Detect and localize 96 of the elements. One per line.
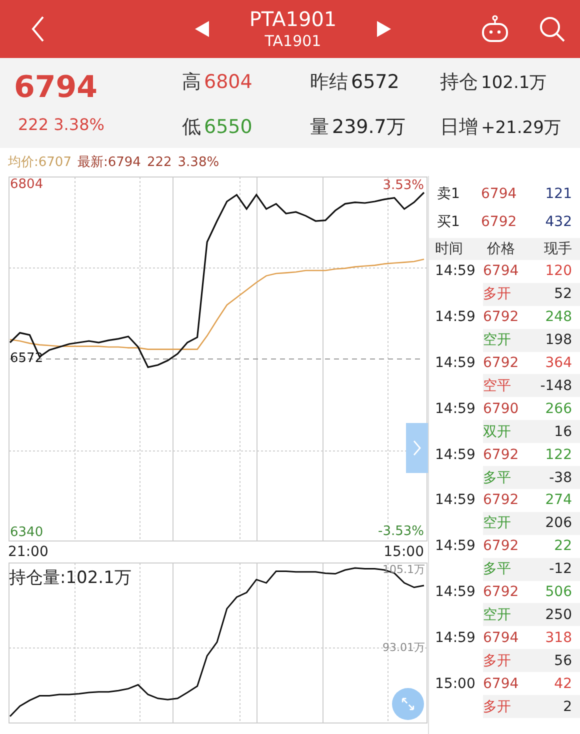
latest-percent: 3.38% <box>178 154 220 170</box>
column-header: 现手 <box>543 240 572 258</box>
search-icon[interactable] <box>538 15 566 43</box>
axis-label: -3.53% <box>378 525 424 539</box>
trade-type: 多平 <box>483 560 512 578</box>
trade-type: 多开 <box>483 285 512 304</box>
trade-volume: 506 <box>544 584 572 600</box>
time-label: 15:00 <box>384 543 424 562</box>
trade-time: 14:59 <box>435 309 476 326</box>
contract-code: TA1901 <box>264 31 322 51</box>
trade-type: 空开 <box>483 606 512 624</box>
axis-label: 6340 <box>10 526 44 540</box>
trade-time: 14:59 <box>435 400 476 417</box>
axis-label: 6572 <box>10 352 44 366</box>
order-price: 6794 <box>481 186 518 202</box>
latest-change: 222 <box>146 154 172 170</box>
column-header: 价格 <box>487 240 516 258</box>
position-change: 250 <box>544 606 572 623</box>
robot-icon[interactable] <box>480 15 510 43</box>
average-price: 均价:6707 <box>8 154 72 171</box>
trade-time: 15:00 <box>435 676 476 692</box>
stat-label: 低 <box>182 115 201 140</box>
trade-volume: 248 <box>544 309 572 326</box>
open-interest-title: 持仓量:102.1万 <box>9 567 132 589</box>
trade-type: 空开 <box>483 331 512 350</box>
time-label: 21:00 <box>8 543 48 562</box>
previous-icon[interactable] <box>195 21 210 37</box>
stat-label: 持仓 <box>440 70 478 95</box>
trade-price: 6792 <box>483 309 520 326</box>
trade-volume: 266 <box>544 400 572 417</box>
trade-volume: 122 <box>544 446 572 463</box>
stat-label: 日增 <box>440 115 478 140</box>
contract-title: PTA1901 <box>249 7 337 31</box>
expand-arrows-icon <box>399 695 417 713</box>
position-change: 16 <box>553 424 572 440</box>
next-icon[interactable] <box>376 21 391 37</box>
stat-value: 6572 <box>351 70 400 95</box>
column-header: 时间 <box>435 240 464 258</box>
position-change: 56 <box>553 652 572 669</box>
trade-time: 14:59 <box>435 492 476 508</box>
trade-time: 14:59 <box>435 630 476 646</box>
trade-price: 6794 <box>483 630 520 646</box>
axis-label: 105.1万 <box>382 562 425 577</box>
position-change: 206 <box>544 515 572 532</box>
stat-label: 昨结 <box>310 70 348 95</box>
trade-volume: 274 <box>544 492 572 508</box>
trade-price: 6792 <box>483 446 520 463</box>
position-change: 2 <box>562 698 572 714</box>
trade-volume: 22 <box>553 538 572 554</box>
stat-value: 6550 <box>204 115 252 140</box>
trade-volume: 364 <box>544 355 572 372</box>
stat-value: 239.7万 <box>332 115 406 140</box>
trade-type: 多开 <box>483 698 512 716</box>
order-level: 卖1 <box>437 185 461 203</box>
back-icon[interactable] <box>30 15 46 43</box>
trade-type: 多开 <box>483 652 512 670</box>
axis-label: 3.53% <box>382 179 424 193</box>
order-volume: 121 <box>544 186 572 202</box>
stat-label: 高 <box>182 70 201 95</box>
trade-price: 6794 <box>483 263 520 280</box>
position-change: -12 <box>548 561 572 578</box>
trade-price: 6792 <box>483 492 520 508</box>
position-change: -38 <box>548 470 572 486</box>
stat-value: 102.1万 <box>481 72 547 95</box>
last-price: 6794 <box>14 69 98 107</box>
trade-time: 14:59 <box>435 263 476 280</box>
position-change: 52 <box>553 286 572 302</box>
trade-time: 14:59 <box>435 446 476 463</box>
latest-price: 最新:6794 <box>77 154 141 171</box>
position-change: -148 <box>539 378 572 394</box>
trade-price: 6790 <box>483 400 520 417</box>
trade-time: 14:59 <box>435 584 476 600</box>
stat-value: +21.29万 <box>481 117 561 140</box>
trade-type: 空开 <box>483 514 512 532</box>
trade-type: 空平 <box>483 376 512 395</box>
order-level: 买1 <box>437 213 461 231</box>
trade-volume: 120 <box>544 263 572 280</box>
trade-price: 6792 <box>483 584 520 600</box>
stat-value: 6804 <box>204 70 252 95</box>
trade-time: 14:59 <box>435 538 476 554</box>
trade-type: 双开 <box>483 422 512 441</box>
order-price: 6792 <box>481 214 518 230</box>
position-change: 198 <box>544 332 572 348</box>
chevron-icon <box>412 438 422 458</box>
price-change: 222 3.38% <box>17 114 106 136</box>
trade-price: 6794 <box>483 676 520 692</box>
axis-label: 93.01万 <box>382 640 425 655</box>
trade-price: 6792 <box>483 355 520 372</box>
trade-volume: 42 <box>553 676 572 692</box>
trade-type: 多平 <box>483 468 512 487</box>
trade-price: 6792 <box>483 538 520 554</box>
trade-time: 14:59 <box>435 355 476 372</box>
trade-volume: 318 <box>544 630 572 646</box>
axis-label: 6804 <box>10 178 44 192</box>
stat-label: 量 <box>310 115 329 140</box>
order-volume: 432 <box>544 214 572 230</box>
